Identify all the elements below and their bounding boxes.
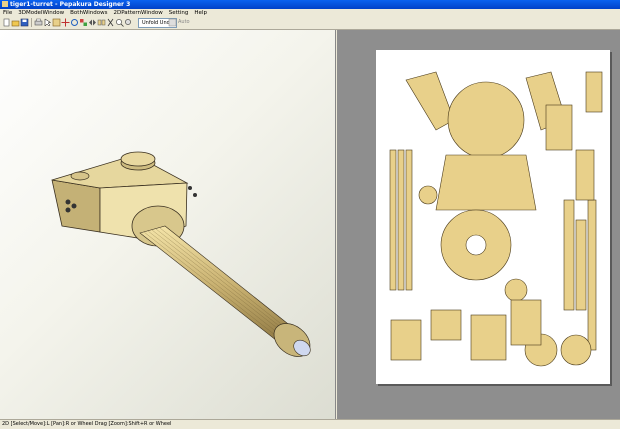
cut-icon[interactable] [106, 18, 115, 27]
save-icon[interactable] [20, 18, 29, 27]
layout-icon[interactable] [168, 18, 177, 27]
auto-label: Auto [178, 19, 190, 25]
unfolded-parts [389, 71, 603, 367]
select-icon[interactable] [52, 18, 61, 27]
flip-icon[interactable] [88, 18, 97, 27]
toolbar: Unfold Undo Auto [0, 17, 620, 30]
tank-turret-3d-model [51, 151, 311, 357]
rotate-icon[interactable] [70, 18, 79, 27]
move-icon[interactable] [61, 18, 70, 27]
menu-setting[interactable]: Setting [166, 9, 192, 17]
menu-help[interactable]: Help [191, 9, 210, 17]
new-icon[interactable] [2, 18, 11, 27]
title-bar: tiger1-turret - Pepakura Designer 3 [0, 0, 620, 9]
menu-bothwindows[interactable]: BothWindows [67, 9, 110, 17]
texture-icon[interactable] [79, 18, 88, 27]
zoom-in-icon[interactable] [115, 18, 124, 27]
cursor-icon[interactable] [43, 18, 52, 27]
menu-file[interactable]: File [0, 9, 15, 17]
pattern-sheet[interactable] [376, 50, 610, 384]
menu-bar: File 3DModelWindow BothWindows 2DPatternWin… [0, 9, 620, 17]
menu-3dmodelwindow[interactable]: 3DModelWindow [15, 9, 67, 17]
zoom-out-icon[interactable] [124, 18, 133, 27]
print-icon[interactable] [34, 18, 43, 27]
menu-2dpatternwindow[interactable]: 2DPatternWindow [111, 9, 166, 17]
model-3d-view[interactable] [0, 30, 336, 419]
join-icon[interactable] [97, 18, 106, 27]
window-title: tiger1-turret - Pepakura Designer 3 [10, 1, 131, 8]
app-icon [2, 1, 8, 7]
open-icon[interactable] [11, 18, 20, 27]
